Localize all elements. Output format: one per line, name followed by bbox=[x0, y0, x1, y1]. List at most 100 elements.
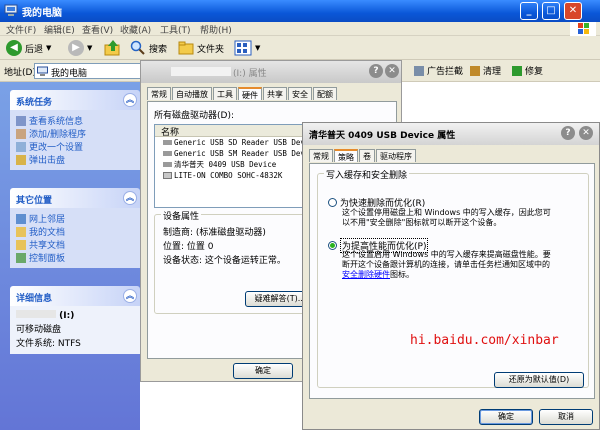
forward-button[interactable]: ▶ ▼ bbox=[68, 39, 92, 57]
task-item[interactable]: 添加/删除程序 bbox=[16, 127, 134, 140]
programs-icon bbox=[16, 128, 26, 139]
network-icon bbox=[16, 213, 26, 224]
tab-strip: 常规 自动播放 工具 硬件 共享 安全 配额 bbox=[147, 87, 338, 100]
place-item[interactable]: 共享文档 bbox=[16, 238, 134, 251]
up-folder-icon bbox=[104, 40, 120, 56]
tab-security[interactable]: 安全 bbox=[288, 87, 312, 100]
drive-name: (I:) bbox=[16, 310, 134, 322]
address-input[interactable]: 我的电脑 bbox=[34, 63, 152, 79]
redacted-label bbox=[171, 67, 231, 76]
option-description: 这个设置启用 Windows 中的写入缓存来提高磁盘性能。要 断开这个设备跟计算… bbox=[342, 250, 551, 279]
task-pane: 系统任务 ︽ 查看系统信息 添加/删除程序 更改一个设置 弹出击盘 其它位置 ︽ 网… bbox=[0, 82, 140, 430]
menu-edit[interactable]: 编辑(E) bbox=[44, 23, 75, 36]
up-folder-button[interactable] bbox=[104, 39, 122, 57]
info-icon bbox=[16, 115, 26, 126]
eject-icon bbox=[16, 154, 26, 165]
panel-header[interactable]: 详细信息 ︽ bbox=[10, 286, 140, 306]
drive-type: 可移动磁盘 bbox=[16, 325, 62, 335]
details-panel: 详细信息 ︽ (I:) 可移动磁盘 文件系统: NTFS bbox=[10, 286, 140, 354]
windows-logo-icon bbox=[570, 22, 596, 36]
help-icon[interactable]: ? bbox=[369, 64, 383, 78]
file-system: 文件系统: NTFS bbox=[16, 339, 81, 349]
watermark-text: hi.baidu.com/xinbar bbox=[410, 333, 559, 348]
location-text: 位置: 位置 0 bbox=[163, 242, 214, 252]
radio-button[interactable] bbox=[328, 198, 337, 207]
address-value: 我的电脑 bbox=[51, 69, 88, 79]
chevron-up-icon[interactable]: ︽ bbox=[123, 191, 137, 205]
folders-button[interactable]: 文件夹 bbox=[178, 39, 224, 57]
maximize-button[interactable]: □ bbox=[542, 2, 560, 20]
repair-icon bbox=[512, 65, 522, 76]
chevron-up-icon[interactable]: ︽ bbox=[123, 289, 137, 303]
group-title: 设备属性 bbox=[161, 209, 202, 222]
task-item[interactable]: 弹出击盘 bbox=[16, 153, 134, 166]
dialog-titlebar: 清华普天 0409 USB Device 属性 ? ✕ bbox=[303, 123, 599, 145]
radio-button[interactable] bbox=[328, 241, 337, 250]
drive-icon bbox=[163, 140, 172, 145]
place-item[interactable]: 网上邻居 bbox=[16, 212, 134, 225]
tab-hardware[interactable]: 硬件 bbox=[238, 87, 262, 100]
repair-button[interactable]: 修复 bbox=[512, 64, 543, 77]
tab-sharing[interactable]: 共享 bbox=[263, 87, 287, 100]
back-label: 后退 bbox=[25, 44, 44, 55]
views-button[interactable]: ▼ bbox=[234, 39, 260, 57]
panel-header[interactable]: 其它位置 ︽ bbox=[10, 188, 140, 208]
ok-button[interactable]: 确定 bbox=[479, 409, 533, 425]
minimize-button[interactable]: _ bbox=[520, 2, 538, 20]
search-label: 搜索 bbox=[149, 44, 168, 55]
chevron-up-icon[interactable]: ︽ bbox=[123, 93, 137, 107]
ok-button[interactable]: 确定 bbox=[233, 363, 293, 379]
settings-icon bbox=[16, 141, 26, 152]
tab-volumes[interactable]: 卷 bbox=[359, 149, 375, 162]
tab-general[interactable]: 常规 bbox=[309, 149, 333, 162]
panel-header[interactable]: 系统任务 ︽ bbox=[10, 90, 140, 110]
menu-tools[interactable]: 工具(T) bbox=[160, 23, 191, 36]
back-button[interactable]: ◀ 后退 ▼ bbox=[6, 39, 51, 57]
clean-label: 清理 bbox=[483, 67, 502, 77]
tab-general[interactable]: 常规 bbox=[147, 87, 171, 100]
tab-policies[interactable]: 策略 bbox=[334, 149, 358, 162]
task-item[interactable]: 更改一个设置 bbox=[16, 140, 134, 153]
folder-icon bbox=[178, 41, 194, 55]
my-computer-icon bbox=[4, 4, 18, 16]
address-label: 地址(D) bbox=[4, 68, 36, 78]
close-icon[interactable]: ✕ bbox=[385, 64, 399, 78]
control-panel-icon bbox=[16, 252, 26, 263]
my-computer-icon bbox=[37, 66, 48, 76]
menu-bar: 文件(F) 编辑(E) 查看(V) 收藏(A) 工具(T) 帮助(H) bbox=[0, 22, 600, 36]
repair-label: 修复 bbox=[525, 67, 544, 77]
tab-autoplay[interactable]: 自动播放 bbox=[172, 87, 212, 100]
clean-button[interactable]: 清理 bbox=[470, 64, 501, 77]
system-tasks-panel: 系统任务 ︽ 查看系统信息 添加/删除程序 更改一个设置 弹出击盘 bbox=[10, 90, 140, 170]
back-arrow-icon: ◀ bbox=[6, 40, 22, 56]
tab-tools[interactable]: 工具 bbox=[213, 87, 237, 100]
chevron-down-icon[interactable]: ▼ bbox=[46, 44, 51, 52]
views-icon bbox=[234, 40, 252, 56]
menu-view[interactable]: 查看(V) bbox=[82, 23, 113, 36]
standard-toolbar: ◀ 后退 ▼ ▶ ▼ 搜索 文件夹 ▼ bbox=[0, 36, 600, 60]
menu-file[interactable]: 文件(F) bbox=[6, 23, 36, 36]
dialog-title: 清华普天 0409 USB Device 属性 bbox=[309, 131, 456, 141]
restore-defaults-button[interactable]: 还原为默认值(D) bbox=[494, 372, 584, 388]
ad-block-button[interactable]: 广告拦截 bbox=[414, 64, 463, 77]
chevron-down-icon[interactable]: ▼ bbox=[87, 44, 92, 52]
menu-help[interactable]: 帮助(H) bbox=[200, 23, 232, 36]
group-title: 写入缓存和安全删除 bbox=[324, 168, 410, 181]
place-item[interactable]: 我的文档 bbox=[16, 225, 134, 238]
place-item[interactable]: 控制面板 bbox=[16, 251, 134, 264]
tab-driver[interactable]: 驱动程序 bbox=[376, 149, 416, 162]
menu-favorites[interactable]: 收藏(A) bbox=[120, 23, 151, 36]
close-button[interactable]: ✕ bbox=[564, 2, 582, 20]
task-item[interactable]: 查看系统信息 bbox=[16, 114, 134, 127]
close-icon[interactable]: ✕ bbox=[579, 126, 593, 140]
tab-quota[interactable]: 配额 bbox=[313, 87, 337, 100]
option-description: 这个设置停用磁盘上和 Windows 中的写入缓存，因此您可 以不用"安全删除"… bbox=[342, 208, 551, 227]
chevron-down-icon[interactable]: ▼ bbox=[255, 44, 260, 52]
folders-label: 文件夹 bbox=[197, 44, 225, 55]
cancel-button[interactable]: 取消 bbox=[539, 409, 593, 425]
forward-arrow-icon: ▶ bbox=[68, 40, 84, 56]
help-icon[interactable]: ? bbox=[561, 126, 575, 140]
search-button[interactable]: 搜索 bbox=[130, 39, 167, 57]
safely-remove-hardware-link[interactable]: 安全删除硬件 bbox=[342, 270, 390, 279]
device-status-text: 设备状态: 这个设备运转正常。 bbox=[163, 256, 286, 266]
